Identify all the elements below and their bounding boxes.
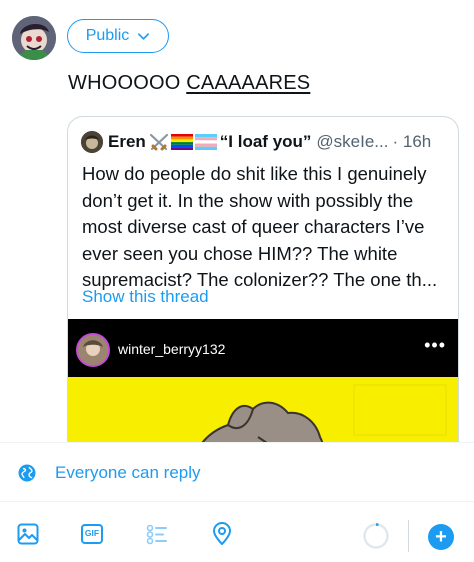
toolbar-separator xyxy=(408,520,409,552)
reply-setting-label: Everyone can reply xyxy=(55,463,201,482)
quoted-handle: @skeIe... xyxy=(316,132,389,151)
avatar[interactable] xyxy=(12,16,56,60)
add-icon: + xyxy=(435,526,447,548)
quoted-tweet-card[interactable]: Eren “I loaf you” @skeIe... · 16h How do… xyxy=(67,116,459,476)
location-icon[interactable] xyxy=(210,522,234,546)
quoted-name-suffix: “I loaf you” xyxy=(219,132,312,151)
crossed-swords-icon xyxy=(149,133,168,151)
media-icon[interactable] xyxy=(16,522,40,546)
reply-setting-button[interactable]: Everyone can reply xyxy=(0,443,474,501)
trans-flag-icon xyxy=(194,134,217,150)
quoted-name-emoji xyxy=(149,133,217,151)
add-tweet-button[interactable]: + xyxy=(428,524,454,550)
gif-label: GIF xyxy=(84,528,100,538)
quoted-timestamp: · 16h xyxy=(392,132,432,151)
quoted-tweet-text: How do people do shit like this I genuin… xyxy=(82,163,438,290)
quoted-avatar xyxy=(81,131,103,153)
character-count-ring xyxy=(363,523,389,549)
poll-icon[interactable] xyxy=(145,522,169,546)
more-icon: ••• xyxy=(424,335,446,355)
compose-text: WHOOOOO xyxy=(68,72,187,94)
media-username: winter_berryy132 xyxy=(118,341,226,357)
quoted-display-name: Eren xyxy=(108,132,146,151)
audience-selector-button[interactable]: Public xyxy=(67,19,169,53)
compose-toolbar: GIF + xyxy=(0,502,474,562)
quoted-tweet-header: Eren “I loaf you” @skeIe... · 16h xyxy=(81,130,431,154)
media-header: winter_berryy132 ••• xyxy=(68,319,458,377)
gif-icon[interactable]: GIF xyxy=(80,522,104,546)
rainbow-flag-icon xyxy=(170,134,193,150)
media-user-avatar xyxy=(76,333,110,367)
globe-icon xyxy=(18,464,36,482)
show-thread-link[interactable]: Show this thread xyxy=(82,287,209,307)
compose-text-misspelled: CAAAAARES xyxy=(186,72,311,94)
audience-label: Public xyxy=(85,27,130,44)
compose-text-input[interactable]: WHOOOOO CAAAAARES xyxy=(68,72,310,95)
chevron-down-icon xyxy=(138,32,150,40)
